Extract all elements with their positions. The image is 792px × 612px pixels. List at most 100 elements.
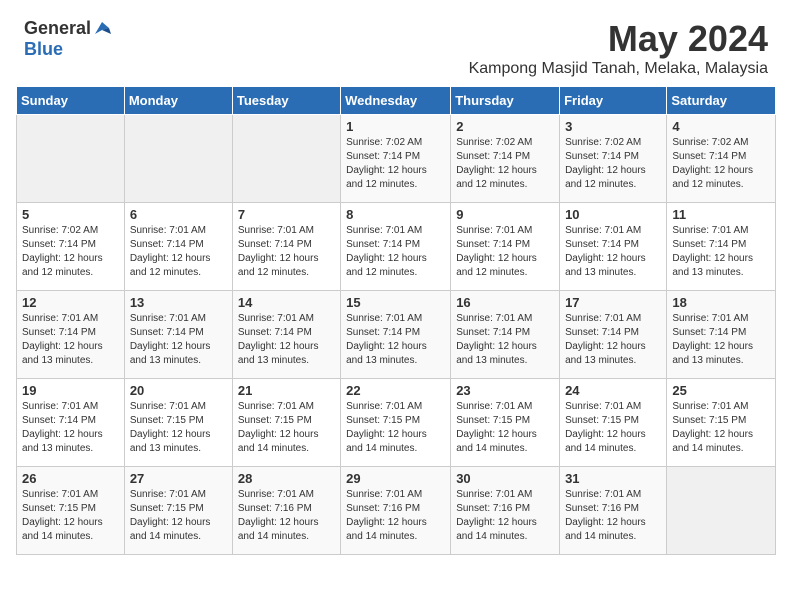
day-number: 25 [672, 383, 770, 398]
weekday-header-row: SundayMondayTuesdayWednesdayThursdayFrid… [17, 87, 776, 115]
calendar-week-row: 19Sunrise: 7:01 AM Sunset: 7:14 PM Dayli… [17, 379, 776, 467]
calendar-cell: 2Sunrise: 7:02 AM Sunset: 7:14 PM Daylig… [451, 115, 560, 203]
calendar-cell: 4 Sunrise: 7:02 AM Sunset: 7:14 PM Daylig… [667, 115, 776, 203]
calendar-cell: 24Sunrise: 7:01 AM Sunset: 7:15 PM Dayli… [560, 379, 667, 467]
calendar-cell: 9Sunrise: 7:01 AM Sunset: 7:14 PM Daylig… [451, 203, 560, 291]
day-info: Sunrise: 7:01 AM Sunset: 7:14 PM Dayligh… [672, 312, 770, 368]
calendar-cell: 23 Sunrise: 7:01 AM Sunset: 7:15 PM Dayli… [451, 379, 560, 467]
calendar-cell [667, 467, 776, 555]
day-number: 19 [22, 383, 119, 398]
calendar-cell: 12 Sunrise: 7:01 AM Sunset: 7:14 PM Dayli… [17, 291, 125, 379]
weekday-header-saturday: Saturday [667, 87, 776, 115]
day-number: 8 [346, 207, 445, 222]
calendar-cell: 1 Sunrise: 7:02 AM Sunset: 7:14 PM Daylig… [341, 115, 451, 203]
day-info: Sunrise: 7:02 AM Sunset: 7:14 PM Dayligh… [672, 136, 770, 192]
calendar-cell: 5 Sunrise: 7:02 AM Sunset: 7:14 PM Daylig… [17, 203, 125, 291]
day-info: Sunrise: 7:01 AM Sunset: 7:14 PM Dayligh… [456, 312, 554, 368]
day-number: 22 [346, 383, 445, 398]
day-info: Sunrise: 7:02 AM Sunset: 7:14 PM Dayligh… [346, 136, 445, 192]
day-info: Sunrise: 7:01 AM Sunset: 7:14 PM Dayligh… [346, 224, 445, 280]
day-info: Sunrise: 7:01 AM Sunset: 7:14 PM Dayligh… [130, 224, 227, 280]
day-number: 29 [346, 471, 445, 486]
logo-bird-icon [93, 20, 111, 36]
day-info: Sunrise: 7:01 AM Sunset: 7:14 PM Dayligh… [565, 224, 661, 280]
calendar-cell [17, 115, 125, 203]
calendar-cell: 22Sunrise: 7:01 AM Sunset: 7:15 PM Dayli… [341, 379, 451, 467]
day-info: Sunrise: 7:02 AM Sunset: 7:14 PM Dayligh… [22, 224, 119, 280]
day-number: 11 [672, 207, 770, 222]
day-info: Sunrise: 7:01 AM Sunset: 7:15 PM Dayligh… [456, 400, 554, 456]
day-number: 15 [346, 295, 445, 310]
calendar-cell: 15Sunrise: 7:01 AM Sunset: 7:14 PM Dayli… [341, 291, 451, 379]
day-info: Sunrise: 7:01 AM Sunset: 7:15 PM Dayligh… [238, 400, 335, 456]
calendar-table: SundayMondayTuesdayWednesdayThursdayFrid… [16, 86, 776, 555]
day-number: 1 [346, 119, 445, 134]
day-info: Sunrise: 7:01 AM Sunset: 7:14 PM Dayligh… [672, 224, 770, 280]
day-number: 28 [238, 471, 335, 486]
weekday-header-friday: Friday [560, 87, 667, 115]
day-info: Sunrise: 7:01 AM Sunset: 7:14 PM Dayligh… [130, 312, 227, 368]
day-number: 18 [672, 295, 770, 310]
day-info: Sunrise: 7:01 AM Sunset: 7:16 PM Dayligh… [456, 488, 554, 544]
calendar-week-row: 12 Sunrise: 7:01 AM Sunset: 7:14 PM Dayli… [17, 291, 776, 379]
weekday-header-thursday: Thursday [451, 87, 560, 115]
calendar-cell [232, 115, 340, 203]
calendar-cell: 11 Sunrise: 7:01 AM Sunset: 7:14 PM Dayli… [667, 203, 776, 291]
calendar-cell: 18 Sunrise: 7:01 AM Sunset: 7:14 PM Dayli… [667, 291, 776, 379]
day-info: Sunrise: 7:01 AM Sunset: 7:15 PM Dayligh… [672, 400, 770, 456]
day-info: Sunrise: 7:01 AM Sunset: 7:15 PM Dayligh… [565, 400, 661, 456]
calendar-cell: 31 Sunrise: 7:01 AM Sunset: 7:16 PM Dayli… [560, 467, 667, 555]
calendar-week-row: 1 Sunrise: 7:02 AM Sunset: 7:14 PM Daylig… [17, 115, 776, 203]
day-number: 3 [565, 119, 661, 134]
weekday-header-monday: Monday [124, 87, 232, 115]
calendar-cell: 28 Sunrise: 7:01 AM Sunset: 7:16 PM Dayli… [232, 467, 340, 555]
calendar-cell: 3 Sunrise: 7:02 AM Sunset: 7:14 PM Daylig… [560, 115, 667, 203]
day-number: 16 [456, 295, 554, 310]
day-number: 7 [238, 207, 335, 222]
day-number: 14 [238, 295, 335, 310]
calendar-cell: 17 Sunrise: 7:01 AM Sunset: 7:14 PM Dayli… [560, 291, 667, 379]
day-info: Sunrise: 7:02 AM Sunset: 7:14 PM Dayligh… [565, 136, 661, 192]
calendar-cell: 21 Sunrise: 7:01 AM Sunset: 7:15 PM Dayli… [232, 379, 340, 467]
day-number: 4 [672, 119, 770, 134]
day-number: 13 [130, 295, 227, 310]
day-info: Sunrise: 7:01 AM Sunset: 7:14 PM Dayligh… [456, 224, 554, 280]
calendar-cell: 30Sunrise: 7:01 AM Sunset: 7:16 PM Dayli… [451, 467, 560, 555]
day-info: Sunrise: 7:01 AM Sunset: 7:16 PM Dayligh… [565, 488, 661, 544]
day-number: 12 [22, 295, 119, 310]
day-info: Sunrise: 7:01 AM Sunset: 7:14 PM Dayligh… [22, 312, 119, 368]
day-info: Sunrise: 7:01 AM Sunset: 7:15 PM Dayligh… [130, 400, 227, 456]
logo-general: General [24, 18, 91, 39]
day-number: 2 [456, 119, 554, 134]
weekday-header-sunday: Sunday [17, 87, 125, 115]
calendar-wrapper: SundayMondayTuesdayWednesdayThursdayFrid… [0, 86, 792, 571]
location-subtitle: Kampong Masjid Tanah, Melaka, Malaysia [469, 60, 768, 78]
logo: General Blue [24, 18, 111, 60]
day-number: 20 [130, 383, 227, 398]
day-info: Sunrise: 7:01 AM Sunset: 7:16 PM Dayligh… [238, 488, 335, 544]
calendar-cell: 19Sunrise: 7:01 AM Sunset: 7:14 PM Dayli… [17, 379, 125, 467]
day-number: 6 [130, 207, 227, 222]
day-info: Sunrise: 7:01 AM Sunset: 7:14 PM Dayligh… [565, 312, 661, 368]
calendar-cell: 27Sunrise: 7:01 AM Sunset: 7:15 PM Dayli… [124, 467, 232, 555]
day-number: 23 [456, 383, 554, 398]
calendar-week-row: 5 Sunrise: 7:02 AM Sunset: 7:14 PM Daylig… [17, 203, 776, 291]
calendar-cell: 10Sunrise: 7:01 AM Sunset: 7:14 PM Dayli… [560, 203, 667, 291]
day-number: 21 [238, 383, 335, 398]
calendar-cell: 25 Sunrise: 7:01 AM Sunset: 7:15 PM Dayli… [667, 379, 776, 467]
day-info: Sunrise: 7:01 AM Sunset: 7:14 PM Dayligh… [238, 224, 335, 280]
day-number: 5 [22, 207, 119, 222]
weekday-header-tuesday: Tuesday [232, 87, 340, 115]
day-info: Sunrise: 7:01 AM Sunset: 7:15 PM Dayligh… [22, 488, 119, 544]
calendar-cell: 16 Sunrise: 7:01 AM Sunset: 7:14 PM Dayli… [451, 291, 560, 379]
day-number: 31 [565, 471, 661, 486]
calendar-cell: 7 Sunrise: 7:01 AM Sunset: 7:14 PM Daylig… [232, 203, 340, 291]
calendar-cell: 13 Sunrise: 7:01 AM Sunset: 7:14 PM Dayli… [124, 291, 232, 379]
day-info: Sunrise: 7:01 AM Sunset: 7:14 PM Dayligh… [238, 312, 335, 368]
page-header: General Blue May 2024 Kampong Masjid Tan… [0, 0, 792, 86]
calendar-cell: 20 Sunrise: 7:01 AM Sunset: 7:15 PM Dayli… [124, 379, 232, 467]
day-number: 17 [565, 295, 661, 310]
calendar-cell: 29Sunrise: 7:01 AM Sunset: 7:16 PM Dayli… [341, 467, 451, 555]
day-number: 27 [130, 471, 227, 486]
day-number: 26 [22, 471, 119, 486]
